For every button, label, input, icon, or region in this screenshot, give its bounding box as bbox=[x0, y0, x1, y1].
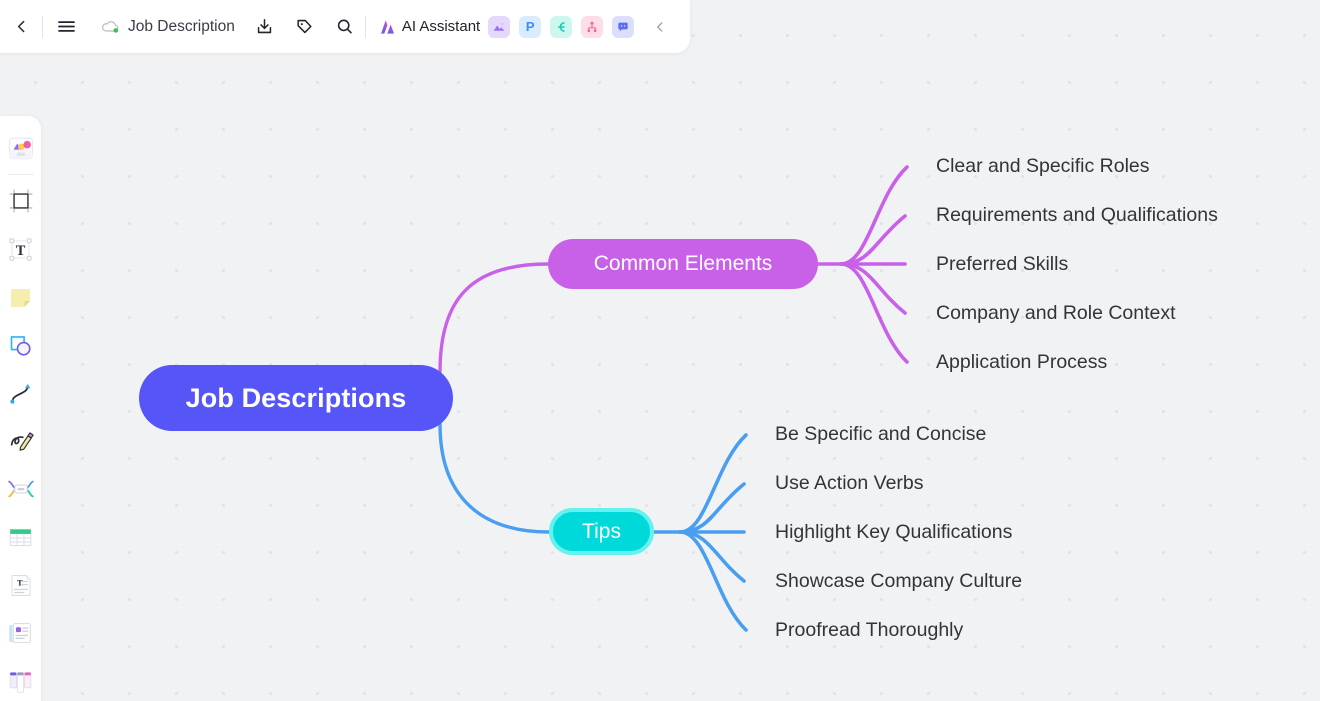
mindmap-leaf-node[interactable]: Showcase Company Culture bbox=[775, 570, 1022, 593]
image-glyph-icon bbox=[493, 21, 505, 31]
mindmap-leaf-node[interactable]: Use Action Verbs bbox=[775, 472, 924, 495]
sticky-note-tool[interactable] bbox=[0, 273, 41, 321]
flowchart-glyph-icon bbox=[587, 21, 597, 32]
mindmap-app-icon[interactable] bbox=[550, 15, 573, 38]
ai-assistant-label: AI Assistant bbox=[401, 18, 481, 35]
table-tool[interactable] bbox=[0, 513, 41, 561]
comment-glyph-icon bbox=[618, 22, 628, 31]
presentation-app-icon[interactable]: P bbox=[519, 15, 542, 38]
tool-divider bbox=[7, 174, 34, 175]
ai-logo-icon bbox=[380, 19, 394, 34]
kanban-icon bbox=[9, 671, 32, 693]
mindmap-leaf-node[interactable]: Proofread Thoroughly bbox=[775, 619, 963, 642]
shapes-icon bbox=[10, 335, 31, 356]
templates-tool[interactable] bbox=[0, 124, 41, 172]
mindmap-connectors bbox=[438, 165, 909, 632]
connector-root-to-tips bbox=[438, 422, 551, 534]
search-icon bbox=[338, 19, 353, 34]
mindmap-app-window: Job Description AI Assistant P T T Job D… bbox=[0, 0, 1320, 701]
flowchart-app-icon[interactable] bbox=[581, 15, 604, 38]
kanban-tool[interactable] bbox=[0, 657, 41, 701]
back-button[interactable] bbox=[0, 0, 42, 53]
templates-icon bbox=[8, 137, 33, 160]
sticky-note-icon bbox=[11, 288, 30, 307]
mindmap-leaf-node[interactable]: Highlight Key Qualifications bbox=[775, 521, 1012, 544]
table-icon bbox=[9, 528, 32, 546]
cloud-saved-icon bbox=[102, 21, 119, 33]
connector-common-2 bbox=[816, 214, 907, 266]
document-icon: T bbox=[10, 574, 31, 596]
mindmap-leaf-node[interactable]: Application Process bbox=[936, 351, 1107, 374]
document-title: Job Description bbox=[128, 17, 235, 35]
tag-icon bbox=[297, 19, 312, 34]
mindmap-branch-label: Common Elements bbox=[593, 252, 773, 275]
shapes-tool[interactable] bbox=[0, 321, 41, 369]
ai-assistant-button[interactable]: AI Assistant bbox=[366, 0, 488, 53]
mindmap-leaf-node[interactable]: Be Specific and Concise bbox=[775, 423, 986, 446]
frame-icon bbox=[9, 189, 32, 213]
mindmap-leaf-node[interactable]: Preferred Skills bbox=[936, 253, 1068, 276]
chevron-left-icon bbox=[17, 20, 24, 33]
mindmap-glyph-icon bbox=[558, 21, 565, 32]
pen-icon bbox=[10, 432, 34, 451]
chevron-left-icon bbox=[657, 21, 663, 32]
mindmap-leaf-node[interactable]: Clear and Specific Roles bbox=[936, 155, 1150, 178]
frame-tool[interactable] bbox=[0, 177, 41, 225]
mindmap-root-node[interactable]: Job Descriptions bbox=[139, 365, 453, 431]
mindmap-branch-node-tips[interactable]: Tips bbox=[549, 508, 654, 555]
card-tool[interactable] bbox=[0, 609, 41, 657]
mindmap-root-label: Job Descriptions bbox=[185, 382, 407, 413]
svg-text:T: T bbox=[16, 577, 22, 587]
top-toolbar: Job Description AI Assistant P bbox=[0, 0, 690, 53]
tool-sidebar: T T bbox=[0, 116, 41, 701]
mindmap-leaf-node[interactable]: Requirements and Qualifications bbox=[936, 204, 1218, 227]
comment-app-icon[interactable] bbox=[612, 15, 635, 38]
collapse-toolbar-button[interactable] bbox=[643, 0, 677, 53]
card-icon bbox=[9, 622, 31, 643]
download-icon bbox=[258, 19, 272, 34]
connector-tool[interactable] bbox=[0, 369, 41, 417]
text-icon: T bbox=[9, 237, 32, 261]
menu-button[interactable] bbox=[43, 0, 89, 53]
search-button[interactable] bbox=[325, 0, 365, 53]
document-title-chip[interactable]: Job Description bbox=[89, 0, 245, 53]
ai-apps-group: AI Assistant P bbox=[366, 0, 643, 53]
mindmap-tool[interactable] bbox=[0, 465, 41, 513]
tag-button[interactable] bbox=[285, 0, 325, 53]
mindmap-branch-node-common-elements[interactable]: Common Elements bbox=[548, 239, 818, 289]
image-app-icon[interactable] bbox=[488, 15, 511, 38]
svg-text:T: T bbox=[16, 242, 26, 258]
download-button[interactable] bbox=[245, 0, 285, 53]
connector-icon bbox=[10, 383, 31, 404]
connector-tips-2 bbox=[652, 482, 746, 534]
connector-root-to-common bbox=[438, 262, 550, 374]
hamburger-menu-icon bbox=[57, 21, 75, 32]
mindmap-canvas[interactable]: Job Descriptions Common Elements Tips Cl… bbox=[0, 0, 1320, 701]
presentation-glyph: P bbox=[525, 19, 535, 34]
document-tool[interactable]: T bbox=[0, 561, 41, 609]
mindmap-tool-icon bbox=[7, 480, 34, 498]
pen-tool[interactable] bbox=[0, 417, 41, 465]
text-tool[interactable]: T bbox=[0, 225, 41, 273]
mindmap-branch-label: Tips bbox=[582, 519, 621, 543]
mindmap-leaf-node[interactable]: Company and Role Context bbox=[936, 302, 1176, 325]
